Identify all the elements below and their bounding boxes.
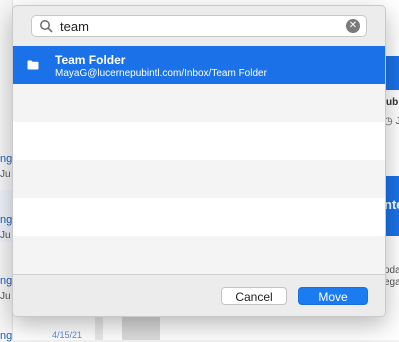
background-date: 4/15/21: [52, 330, 83, 340]
background-text-fragment: ng: [0, 275, 13, 287]
background-text-fragment: Ju: [0, 230, 11, 241]
background-right-pane: [384, 0, 399, 340]
empty-list-row: [13, 198, 385, 236]
background-text-fragment: ega: [384, 277, 399, 288]
empty-list-row: [13, 84, 385, 122]
background-text-fragment: Ju: [0, 291, 11, 302]
background-text-fragment: oda: [384, 265, 399, 276]
background-text-fragment: ng: [0, 214, 13, 226]
empty-list-row: [13, 122, 385, 160]
search-icon: [40, 20, 53, 33]
move-to-folder-dialog: ✕ Team Folder MayaG@lucernepubintl.com/I…: [12, 5, 386, 317]
cancel-button[interactable]: Cancel: [221, 287, 287, 305]
folder-icon: [27, 60, 39, 70]
search-field[interactable]: ✕: [31, 15, 367, 37]
empty-list-row: [13, 236, 385, 274]
folder-results-list: Team Folder MayaG@lucernepubintl.com/Inb…: [13, 46, 385, 274]
background-text-fragment: nte: [384, 197, 399, 212]
background-text-fragment: ng: [0, 153, 13, 165]
clear-search-icon[interactable]: ✕: [346, 19, 360, 33]
empty-list-row: [13, 160, 385, 198]
background-text-fragment: ◷ J: [384, 116, 399, 127]
background-text-fragment: ub: [386, 97, 399, 108]
background-text-fragment: Ju: [0, 169, 11, 180]
folder-result-title: Team Folder: [55, 53, 126, 67]
dialog-footer: Cancel Move: [13, 274, 385, 316]
background-blue-band-top: [384, 56, 399, 90]
background-text-fragment: ng: [0, 330, 13, 342]
search-input[interactable]: [60, 17, 330, 35]
folder-result-item[interactable]: Team Folder MayaG@lucernepubintl.com/Inb…: [13, 46, 385, 84]
move-button[interactable]: Move: [298, 287, 368, 305]
folder-result-path: MayaG@lucernepubintl.com/Inbox/Team Fold…: [55, 68, 267, 79]
